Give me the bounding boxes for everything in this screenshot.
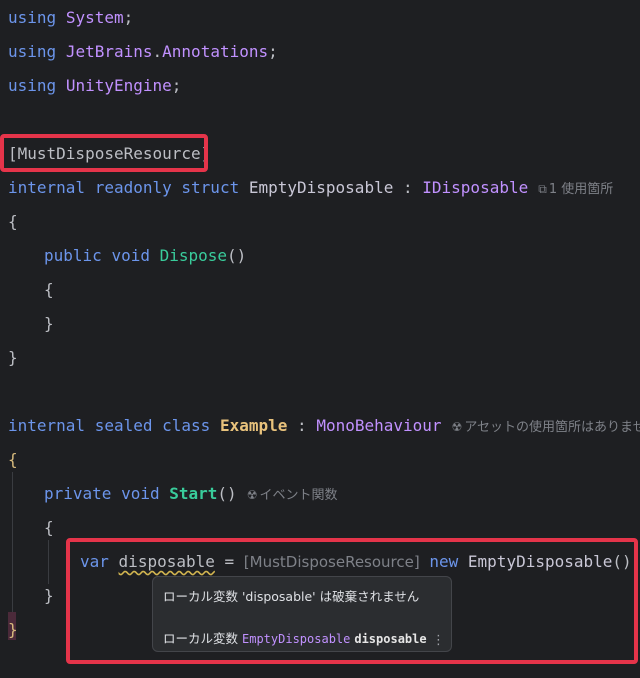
code-line-16[interactable]: { [44,516,54,540]
code-line-10[interactable]: } [44,312,54,336]
highlight-box-attribute [0,134,208,172]
code-line-struct[interactable]: internal readonly struct EmptyDisposable… [8,176,613,200]
indent-guide [48,540,49,584]
struct-name: EmptyDisposable [248,178,394,197]
code-line-19[interactable]: } [8,618,18,642]
code-line-dispose[interactable]: public void Dispose() [44,244,246,268]
code-line-9[interactable]: { [44,278,54,302]
code-line-14[interactable]: { [8,448,18,472]
code-line-2[interactable]: using JetBrains.Annotations; [8,40,278,64]
class-name: Example [219,416,288,435]
external-link-icon: ⧉ [538,182,547,196]
code-line-3[interactable]: using UnityEngine; [8,74,181,98]
more-options-icon[interactable]: ⋮ [432,633,445,648]
indent-guide [12,472,13,632]
asset-usage-hint[interactable]: ☢ アセットの使用箇所はありませ [452,420,640,435]
code-line-11[interactable]: } [8,346,18,370]
code-line-class[interactable]: internal sealed class Example : MonoBeha… [8,414,640,438]
warning-message: ローカル変数 'disposable' は破棄されません [163,589,420,604]
code-line-7[interactable]: { [8,210,18,234]
unity-icon: ☢ [451,420,463,434]
event-function-hint[interactable]: ☢ イベント関数 [247,488,338,503]
warning-tooltip[interactable]: ローカル変数 'disposable' は破棄されません ローカル変数 Empt… [152,576,452,652]
code-line-start[interactable]: private void Start() ☢ イベント関数 [44,482,337,506]
code-line-1[interactable]: using System; [8,6,133,30]
variable-info: ローカル変数 EmptyDisposable disposable [163,631,427,646]
code-line-18[interactable]: } [44,584,54,608]
usages-hint[interactable]: ⧉ 1 使用箇所 [538,182,613,197]
unity-icon: ☢ [246,488,258,502]
